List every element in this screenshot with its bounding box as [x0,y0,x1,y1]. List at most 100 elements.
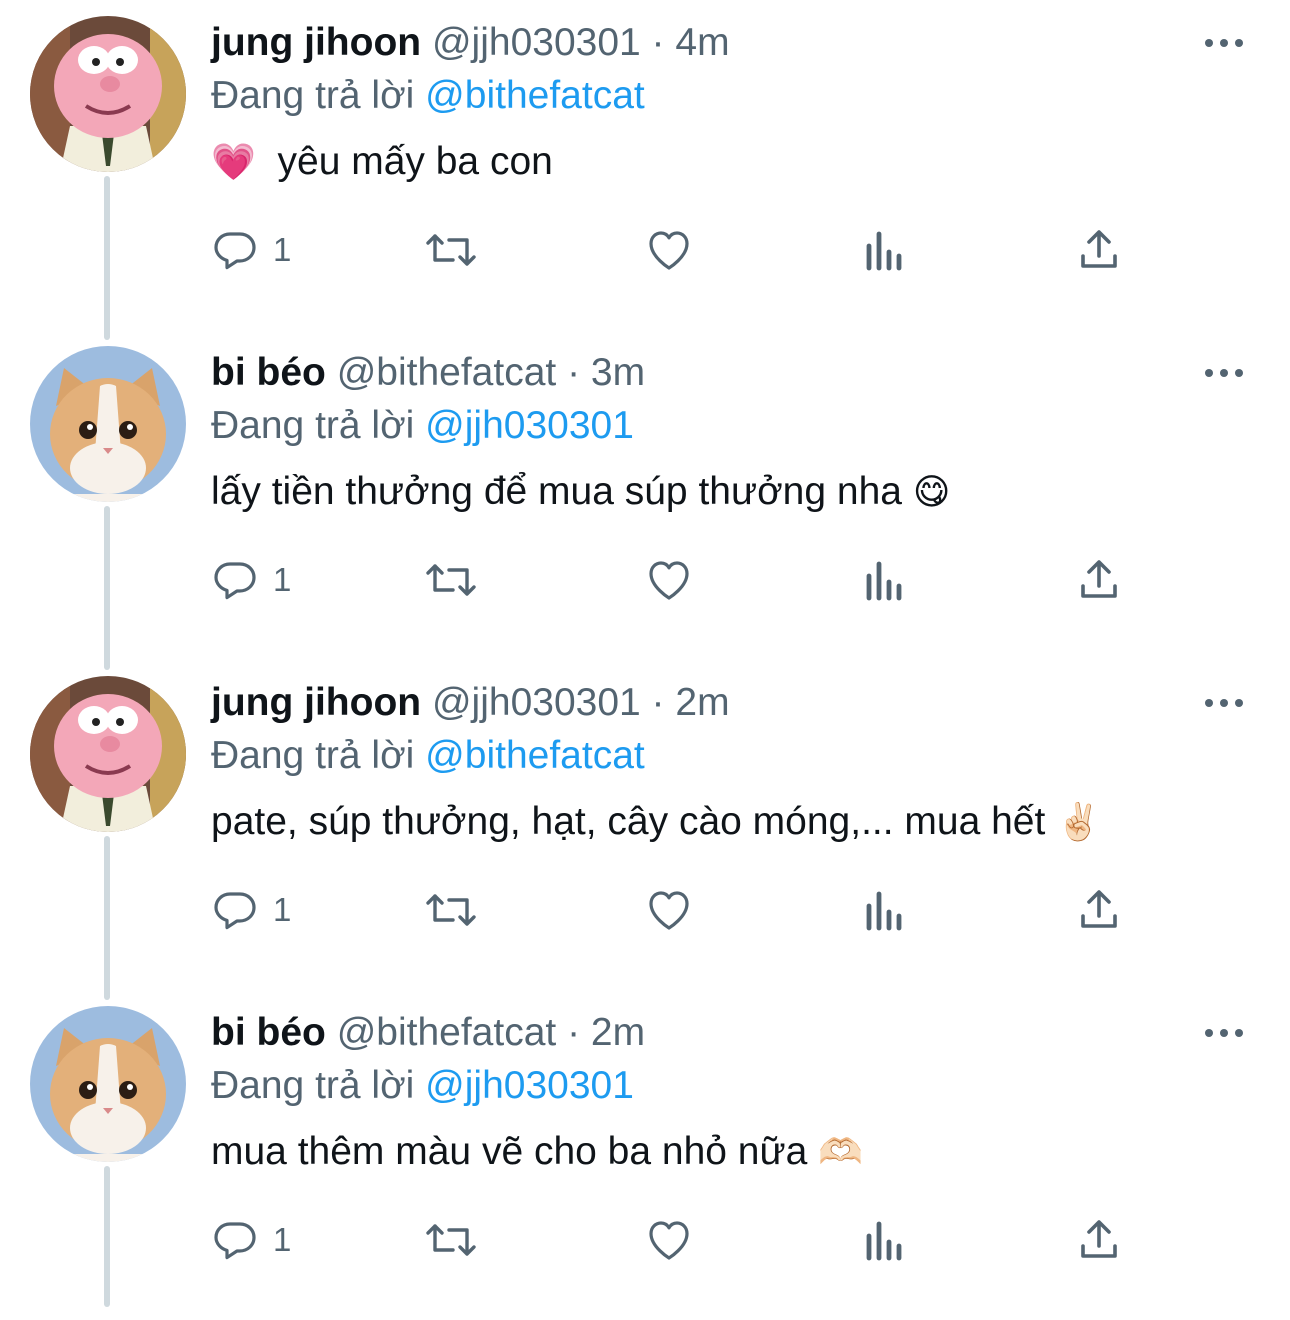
bar-chart-icon [866,891,902,931]
mention-link[interactable]: @jjh030301 [425,1064,634,1107]
views-button[interactable] [863,1212,907,1268]
separator: · [567,1011,581,1054]
display-name[interactable]: bi béo [211,1011,326,1054]
heart-icon [649,231,689,270]
retweet-button[interactable] [423,222,479,278]
share-button[interactable] [1077,1212,1121,1268]
avatar[interactable] [30,346,186,502]
tweet[interactable]: jung jihoon @jjh030301 · 4m Đang trả lời… [0,0,1290,330]
heart-icon [649,891,689,930]
display-name[interactable]: jung jihoon [211,21,421,64]
reply-button[interactable]: 1 [211,1212,291,1268]
retweet-icon [426,564,476,596]
username[interactable]: @bithefatcat [337,1011,557,1054]
heart-icon [649,561,689,600]
separator: · [567,351,581,394]
action-bar: 1 [211,552,1131,608]
more-horizontal-icon[interactable] [1204,38,1244,48]
tweet-header: jung jihoon @jjh030301 · 4m [211,18,730,68]
avatar[interactable] [30,1006,186,1162]
retweet-icon [426,234,476,266]
reply-button[interactable]: 1 [211,552,291,608]
like-button[interactable] [643,222,695,278]
username[interactable]: @jjh030301 [432,21,641,64]
share-upload-icon [1081,1220,1117,1258]
replying-to-label: Đang trả lời [211,1064,415,1107]
separator: · [651,21,665,64]
speech-bubble-icon [214,1222,256,1260]
views-button[interactable] [863,222,907,278]
reply-button[interactable]: 1 [211,882,291,938]
action-bar: 1 [211,1212,1131,1268]
replying-to: Đang trả lời @bithefatcat [211,70,645,122]
speech-bubble-icon [214,232,256,270]
more-horizontal-icon[interactable] [1204,1028,1244,1038]
reply-count: 1 [273,561,292,598]
emoji-heart-hands: 🫶🏻 [818,1132,863,1173]
timestamp[interactable]: 2m [675,681,729,724]
tweet-text: pate, súp thưởng, hạt, cây cào móng,... … [211,792,1101,852]
tweet[interactable]: jung jihoon @jjh030301 · 2m Đang trả lời… [0,660,1290,990]
replying-to-label: Đang trả lời [211,734,415,777]
timestamp[interactable]: 2m [591,1011,645,1054]
tweet-header: bi béo @bithefatcat · 3m [211,348,645,398]
retweet-icon [426,1224,476,1256]
views-button[interactable] [863,882,907,938]
display-name[interactable]: jung jihoon [211,681,421,724]
tweet[interactable]: bi béo @bithefatcat · 2m Đang trả lời @j… [0,990,1290,1320]
tweet-text-body: pate, súp thưởng, hạt, cây cào móng,... … [211,800,1046,843]
bar-chart-icon [866,1221,902,1261]
avatar[interactable] [30,676,186,832]
like-button[interactable] [643,882,695,938]
share-button[interactable] [1077,222,1121,278]
share-button[interactable] [1077,552,1121,608]
timestamp[interactable]: 3m [591,351,645,394]
tweet-text: mua thêm màu vẽ cho ba nhỏ nữa 🫶🏻 [211,1122,863,1182]
username[interactable]: @jjh030301 [432,681,641,724]
more-horizontal-icon[interactable] [1204,698,1244,708]
retweet-button[interactable] [423,552,479,608]
action-bar: 1 [211,882,1131,938]
retweet-button[interactable] [423,1212,479,1268]
reply-button[interactable]: 1 [211,222,291,278]
mention-link[interactable]: @bithefatcat [425,734,645,777]
retweet-icon [426,894,476,926]
share-button[interactable] [1077,882,1121,938]
like-button[interactable] [643,1212,695,1268]
tweet[interactable]: bi béo @bithefatcat · 3m Đang trả lời @j… [0,330,1290,660]
bar-chart-icon [866,561,902,601]
emoji-yum-face: 😋 [912,472,951,513]
display-name[interactable]: bi béo [211,351,326,394]
speech-bubble-icon [214,562,256,600]
tweet-header: bi béo @bithefatcat · 2m [211,1008,645,1058]
speech-bubble-icon [214,892,256,930]
retweet-button[interactable] [423,882,479,938]
tweet-text: 💗 yêu mấy ba con [211,132,553,192]
timestamp[interactable]: 4m [675,21,729,64]
mention-link[interactable]: @bithefatcat [425,74,645,117]
action-bar: 1 [211,222,1131,278]
emoji-pink-heart: 💗 [211,142,256,183]
share-upload-icon [1081,560,1117,598]
views-button[interactable] [863,552,907,608]
tweet-header: jung jihoon @jjh030301 · 2m [211,678,730,728]
separator: · [651,681,665,724]
emoji-victory-hand: ✌🏻 [1056,802,1102,843]
tweet-text: lấy tiền thưởng để mua súp thưởng nha 😋 [211,462,950,522]
mention-link[interactable]: @jjh030301 [425,404,634,447]
more-horizontal-icon[interactable] [1204,368,1244,378]
avatar[interactable] [30,16,186,172]
tweet-text-body: yêu mấy ba con [277,140,553,183]
replying-to-label: Đang trả lời [211,74,415,117]
like-button[interactable] [643,552,695,608]
username[interactable]: @bithefatcat [337,351,557,394]
replying-to-label: Đang trả lời [211,404,415,447]
heart-icon [649,1221,689,1260]
bar-chart-icon [866,231,902,271]
replying-to: Đang trả lời @jjh030301 [211,400,634,452]
share-upload-icon [1081,230,1117,268]
reply-count: 1 [273,1221,292,1258]
reply-count: 1 [273,231,292,268]
tweet-text-body: lấy tiền thưởng để mua súp thưởng nha [211,470,902,513]
reply-count: 1 [273,891,292,928]
